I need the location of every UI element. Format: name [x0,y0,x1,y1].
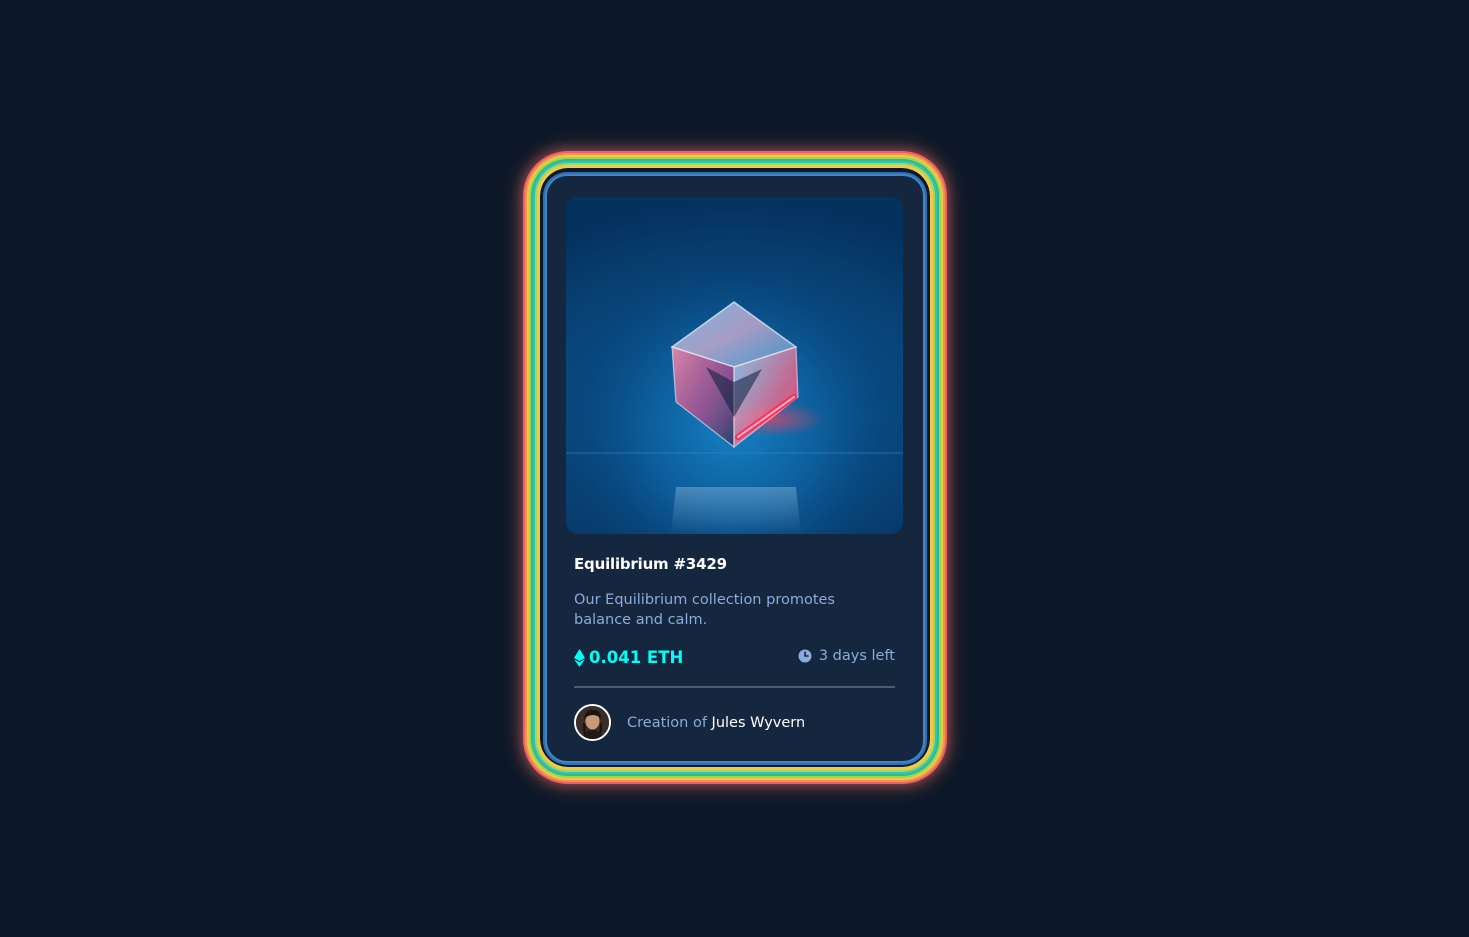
ethereum-icon [574,648,585,667]
creator: Creation of Jules Wyvern [574,704,805,741]
nft-description: Our Equilibrium collection promotes bala… [574,592,835,628]
price: 0.041 ETH [574,648,683,667]
time-left: 3 days left [798,648,895,664]
crystal-cube-illustration [566,197,903,534]
time-left-text: 3 days left [818,648,895,664]
divider [574,686,895,688]
creator-name-link[interactable]: Jules Wyvern [712,715,806,731]
creator-avatar [574,704,611,741]
nft-image[interactable] [566,197,903,534]
nft-card: Equilibrium #3429 Our Equilibrium collec… [545,174,925,763]
clock-icon [798,649,812,663]
nft-title[interactable]: Equilibrium #3429 [574,555,727,573]
page: Equilibrium #3429 Our Equilibrium collec… [0,0,1469,937]
price-value: 0.041 ETH [589,648,684,667]
creator-prefix: Creation of [627,714,707,731]
